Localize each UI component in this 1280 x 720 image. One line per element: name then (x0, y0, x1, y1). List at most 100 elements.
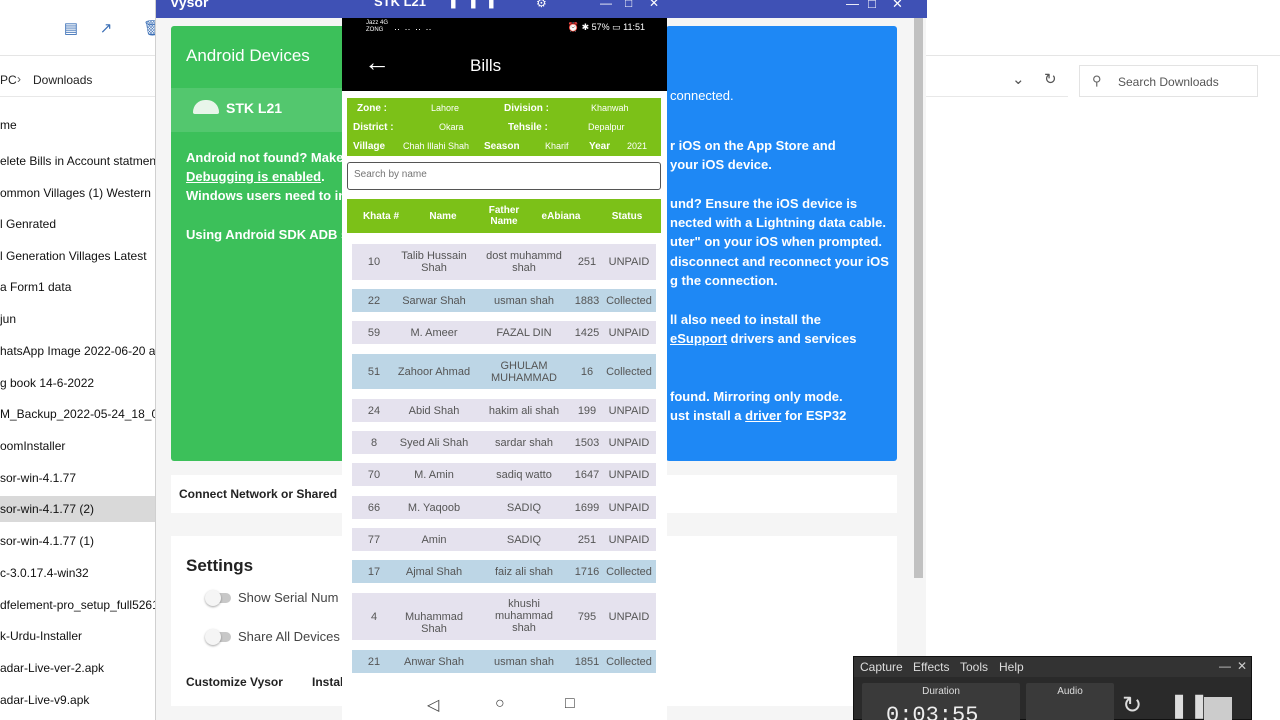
tehsile-value: Depalpur (588, 122, 625, 132)
cell-status: Collected (606, 366, 652, 378)
close-icon[interactable]: ✕ (892, 0, 903, 12)
search-by-name-field[interactable] (347, 162, 661, 190)
file-item[interactable]: sor-win-4.1.77 (1) (0, 528, 156, 554)
stop-icon[interactable] (1204, 697, 1232, 720)
menu-effects[interactable]: Effects (913, 660, 949, 674)
menu-capture[interactable]: Capture (860, 660, 903, 674)
menu-help[interactable]: Help (999, 660, 1024, 674)
explorer-search-box[interactable]: ⚲ Search Downloads (1079, 65, 1258, 97)
table-row[interactable]: 66 M. Yaqoob SADIQ 1699 UNPAID (352, 496, 656, 519)
breadcrumb-downloads[interactable]: Downloads (33, 73, 92, 87)
recorder-close-icon[interactable]: ✕ (1237, 659, 1247, 673)
android-device-row[interactable]: STK L21 (171, 88, 351, 132)
file-item[interactable]: c-3.0.17.4-win32 (0, 560, 156, 586)
address-dropdown-icon[interactable]: ⌄ (1012, 70, 1025, 88)
file-item[interactable]: oomInstaller (0, 433, 156, 459)
toggle-knob (205, 590, 221, 606)
share-icon[interactable]: ↗ (97, 20, 115, 38)
table-row[interactable]: 8 Syed Ali Shah sardar shah 1503 UNPAID (352, 431, 656, 454)
restart-icon[interactable]: ↻ (1122, 691, 1142, 720)
file-item[interactable]: l Genrated (0, 211, 156, 237)
cell-name: M. Yaqoob (407, 502, 461, 514)
table-row[interactable]: 51 Zahoor Ahmad GHULAM MUHAMMAD 16 Colle… (352, 354, 656, 389)
table-row[interactable]: 4 Muhammad Shah khushi muhammad shah 795… (352, 593, 656, 640)
nav-recents-icon[interactable]: □ (565, 695, 575, 713)
customize-vysor-link[interactable]: Customize Vysor (186, 675, 283, 689)
share-devices-label: Share All Devices (238, 629, 340, 644)
file-item[interactable]: ommon Villages (1) Western ba (0, 180, 156, 206)
file-item[interactable]: adar-Live-v9.apk (0, 687, 156, 713)
cell-father: sardar shah (494, 437, 554, 449)
driver-link[interactable]: driver (745, 408, 781, 423)
cell-abiana: 199 (577, 405, 597, 417)
file-item[interactable]: sor-win-4.1.77 (0, 465, 156, 491)
recorder-minimize-icon[interactable]: — (1219, 659, 1231, 673)
ios-help-line: und? Ensure the iOS device is (670, 196, 858, 211)
debugging-link[interactable]: Debugging is enabled (186, 169, 321, 184)
phone-window-titlebar[interactable]: STK L21 ▮ ▮ ▮ ⚙ — □ ✕ (342, 0, 667, 18)
cell-father: usman shah (494, 656, 554, 668)
table-row[interactable]: 17 Ajmal Shah faiz ali shah 1716 Collect… (352, 560, 656, 583)
table-row[interactable]: 24 Abid Shah hakim ali shah 199 UNPAID (352, 399, 656, 422)
ios-help-line: ll also need to install the (670, 312, 821, 327)
file-item[interactable]: g book 14-6-2022 (0, 370, 156, 396)
search-by-name-input[interactable] (354, 169, 644, 180)
minimize-icon[interactable]: — (846, 0, 859, 11)
screen-title: Bills (470, 56, 502, 75)
install-link[interactable]: Instal (312, 675, 343, 689)
fullscreen-icon[interactable]: ▮ (488, 0, 495, 10)
cell-name: M. Amin (414, 469, 454, 481)
share-devices-toggle[interactable] (205, 629, 231, 645)
col-name: Name (429, 211, 457, 222)
file-item[interactable]: k-Urdu-Installer (0, 623, 156, 649)
record-icon[interactable]: ▮ (470, 0, 477, 10)
vysor-scrollbar[interactable] (914, 18, 923, 578)
file-item[interactable]: adar-Live-ver-2.apk (0, 655, 156, 681)
itunes-support-link[interactable]: eSupport (670, 331, 727, 346)
file-item-selected[interactable]: sor-win-4.1.77 (2) (0, 496, 156, 522)
android-help-line: Debugging is enabled. (186, 169, 325, 184)
menu-tools[interactable]: Tools (960, 660, 988, 674)
cell-father: usman shah (494, 295, 554, 307)
audio-label: Audio (1057, 686, 1083, 697)
nav-back-icon[interactable]: ◁ (427, 695, 439, 715)
cell-status: UNPAID (608, 327, 650, 339)
bills-table-header: Khata # Name Father Name eAbiana Status (347, 199, 661, 233)
refresh-icon[interactable]: ↻ (1044, 70, 1057, 88)
table-row[interactable]: 22 Sarwar Shah usman shah 1883 Collected (352, 289, 656, 312)
back-arrow-icon[interactable]: ← (364, 47, 390, 78)
file-item[interactable]: hatsApp Image 2022-06-20 at (0, 338, 156, 364)
year-label: Year (589, 141, 611, 152)
table-row[interactable]: 21 Anwar Shah usman shah 1851 Collected (352, 650, 656, 673)
nav-home-icon[interactable]: ○ (495, 695, 505, 713)
division-label: Division : (504, 103, 550, 114)
file-item[interactable]: a Form1 data (0, 274, 156, 300)
breadcrumb-pc[interactable]: PC (0, 73, 17, 87)
ios-help-line: ust install a driver for ESP32 (670, 408, 846, 423)
table-row[interactable]: 10 Talib Hussain Shah dost muhammd shah … (352, 244, 656, 280)
file-item[interactable]: M_Backup_2022-05-24_18_06_5 (0, 401, 156, 427)
file-item[interactable]: l Generation Villages Latest (0, 243, 156, 269)
cell-khata: 66 (367, 502, 381, 514)
file-item[interactable]: me (0, 112, 156, 138)
maximize-icon[interactable]: □ (868, 0, 876, 11)
phone-maximize-icon[interactable]: □ (625, 0, 632, 10)
show-serial-toggle[interactable] (205, 590, 231, 606)
table-row[interactable]: 70 M. Amin sadiq watto 1647 UNPAID (352, 463, 656, 486)
file-item[interactable]: dfelement-pro_setup_full5261 (0, 592, 156, 618)
settings-gear-icon[interactable]: ⚙ (536, 0, 547, 10)
rename-icon[interactable]: ▤ (62, 20, 80, 38)
table-row[interactable]: 59 M. Ameer FAZAL DIN 1425 UNPAID (352, 321, 656, 344)
ios-help-line: r iOS on the App Store and (670, 138, 836, 153)
ios-help-line: your iOS device. (670, 157, 772, 172)
ios-help-line: disconnect and reconnect your iOS (670, 254, 889, 269)
android-nav-bar: ◁ ○ □ (342, 692, 667, 720)
table-row[interactable]: 77 Amin SADIQ 251 UNPAID (352, 528, 656, 551)
file-item[interactable]: elete Bills in Account statment (0, 148, 156, 174)
screenshot-icon[interactable]: ▮ (450, 0, 457, 10)
phone-window-title: STK L21 (374, 0, 427, 9)
phone-mirror-window: STK L21 ▮ ▮ ▮ ⚙ — □ ✕ Jazz 4G ZONG ‥ ‥ ‥… (342, 0, 667, 720)
phone-minimize-icon[interactable]: — (600, 0, 612, 10)
phone-close-icon[interactable]: ✕ (649, 0, 659, 10)
file-item[interactable]: jun (0, 306, 156, 332)
